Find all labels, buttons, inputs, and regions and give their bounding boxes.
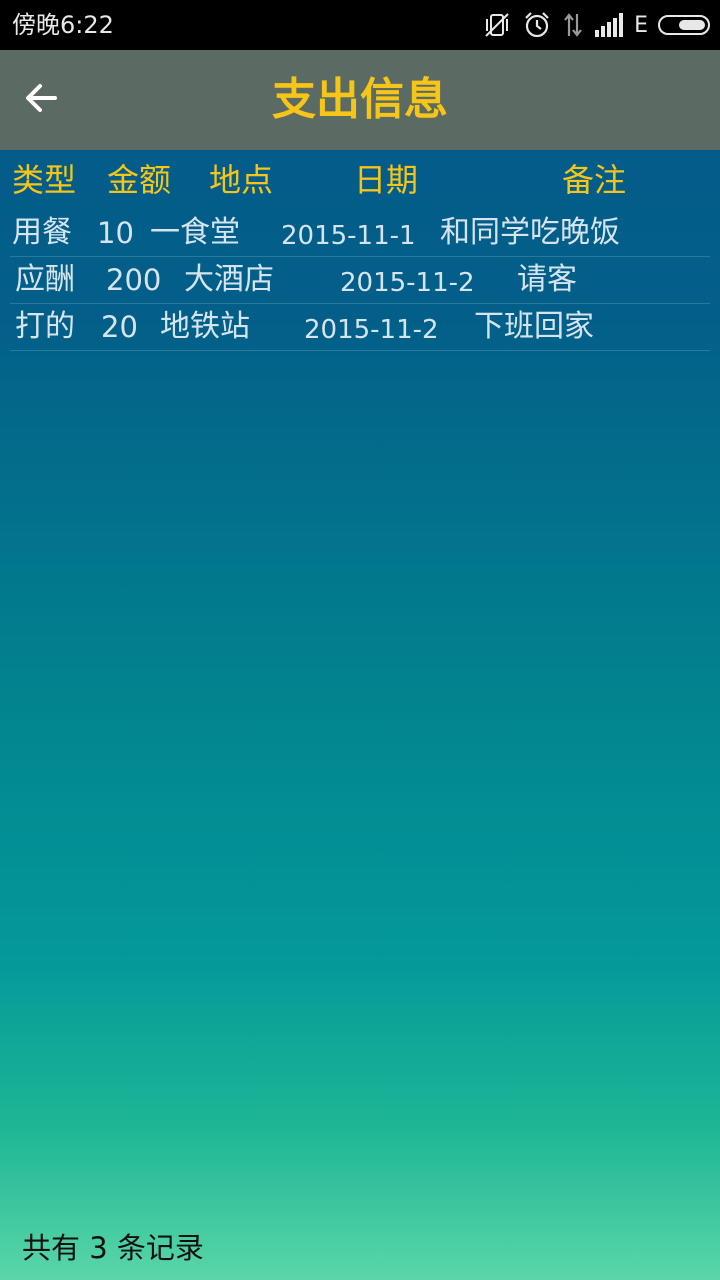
table-row[interactable]: 应酬 200 大酒店 2015-11-2 请客 [10,257,710,304]
column-header-note: 备注 [562,161,627,199]
column-header-place: 地点 [209,161,274,199]
cell-note: 请客 [517,262,577,297]
cell-amount: 20 [101,310,138,344]
app-bar: 支出信息 [0,50,720,150]
cell-date: 2015-11-2 [340,268,475,298]
cell-date: 2015-11-1 [281,221,416,251]
cell-place: 大酒店 [184,262,274,297]
cell-date: 2015-11-2 [304,315,439,345]
cell-note: 和同学吃晚饭 [440,215,620,250]
column-header-date: 日期 [354,161,419,199]
column-header-amount: 金额 [107,161,172,199]
record-count: 共有 3 条记录 [22,1231,204,1265]
arrow-left-icon [23,80,59,120]
status-bar: 傍晚6:22 E [0,0,720,50]
cell-amount: 200 [106,263,162,297]
cell-place: 地铁站 [160,309,250,344]
page-title: 支出信息 [272,74,448,125]
column-header-type: 类型 [12,161,77,199]
table-row[interactable]: 用餐 10 一食堂 2015-11-1 和同学吃晚饭 [10,210,710,257]
expense-table: 类型 金额 地点 日期 备注 用餐 10 一食堂 2015-11-1 和同学吃晚… [10,152,710,351]
data-activity-icon [562,10,584,40]
vibrate-off-icon [482,10,512,40]
signal-icon [594,12,624,38]
alarm-icon [522,10,552,40]
cell-place: 一食堂 [150,215,240,250]
status-time: 傍晚6:22 [12,11,114,39]
cell-type: 打的 [15,309,75,344]
status-icons: E [482,8,710,42]
back-button[interactable] [12,70,70,130]
cell-type: 用餐 [12,215,72,250]
cell-amount: 10 [97,216,134,250]
battery-icon [658,15,710,35]
table-header: 类型 金额 地点 日期 备注 [10,152,710,210]
cell-note: 下班回家 [474,309,594,344]
cell-type: 应酬 [15,262,75,297]
network-type-label: E [634,12,648,38]
table-row[interactable]: 打的 20 地铁站 2015-11-2 下班回家 [10,304,710,351]
